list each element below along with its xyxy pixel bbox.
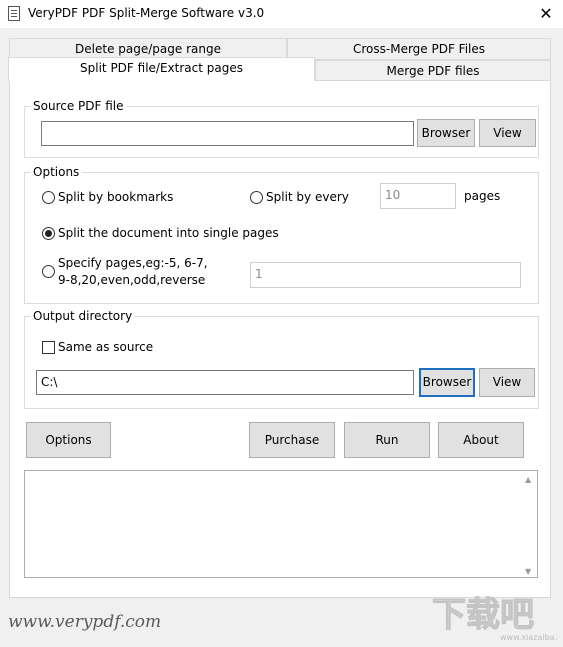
source-file-input[interactable] (41, 121, 414, 146)
xiazaiba-logo: 下载吧 www.xiazaiba.com (430, 588, 563, 644)
output-legend: Output directory (30, 309, 136, 323)
source-legend: Source PDF file (30, 99, 127, 113)
split-every-input[interactable]: 10 (380, 183, 456, 209)
output-view-button[interactable]: View (479, 368, 535, 397)
options-button[interactable]: Options (26, 422, 111, 458)
purchase-button[interactable]: Purchase (249, 422, 335, 458)
about-button[interactable]: About (438, 422, 524, 458)
close-button[interactable]: ✕ (532, 2, 560, 26)
logo-mark: 下载吧 (432, 595, 534, 635)
output-path-input[interactable]: C:\ (36, 370, 414, 395)
window-title: VeryPDF PDF Split-Merge Software v3.0 (28, 6, 265, 20)
split-every-label[interactable]: Split by every (266, 190, 349, 204)
logo-url: www.xiazaiba.com (500, 633, 558, 642)
specify-pages-input[interactable]: 1 (250, 262, 521, 288)
source-browser-button[interactable]: Browser (417, 119, 475, 147)
run-button[interactable]: Run (344, 422, 430, 458)
split-bookmarks-label[interactable]: Split by bookmarks (58, 190, 173, 204)
options-legend: Options (30, 165, 83, 179)
source-view-button[interactable]: View (479, 119, 536, 147)
app-icon (8, 6, 20, 21)
same-as-source-label[interactable]: Same as source (58, 340, 153, 354)
log-textarea[interactable] (24, 470, 538, 578)
same-as-source-checkbox[interactable] (42, 341, 55, 354)
scroll-up-arrow-icon[interactable]: ▲ (525, 475, 531, 484)
tab-split-extract[interactable]: Split PDF file/Extract pages (8, 57, 315, 81)
verypdf-watermark: www.verypdf.com (8, 612, 162, 632)
split-every-radio[interactable] (250, 191, 263, 204)
single-pages-label[interactable]: Split the document into single pages (58, 226, 279, 240)
specify-pages-radio[interactable] (42, 265, 55, 278)
tab-merge-pdf[interactable]: Merge PDF files (315, 60, 551, 82)
title-bar: VeryPDF PDF Split-Merge Software v3.0 ✕ (0, 0, 563, 28)
specify-pages-label-line1[interactable]: Specify pages,eg:-5, 6-7, (58, 256, 208, 270)
specify-pages-label-line2[interactable]: 9-8,20,even,odd,reverse (58, 273, 205, 287)
scroll-down-arrow-icon[interactable]: ▼ (525, 567, 531, 576)
single-pages-radio[interactable] (42, 227, 55, 240)
output-browser-button[interactable]: Browser (419, 368, 475, 397)
tab-cross-merge[interactable]: Cross-Merge PDF Files (287, 38, 551, 60)
split-bookmarks-radio[interactable] (42, 191, 55, 204)
pages-unit-label: pages (464, 189, 501, 203)
